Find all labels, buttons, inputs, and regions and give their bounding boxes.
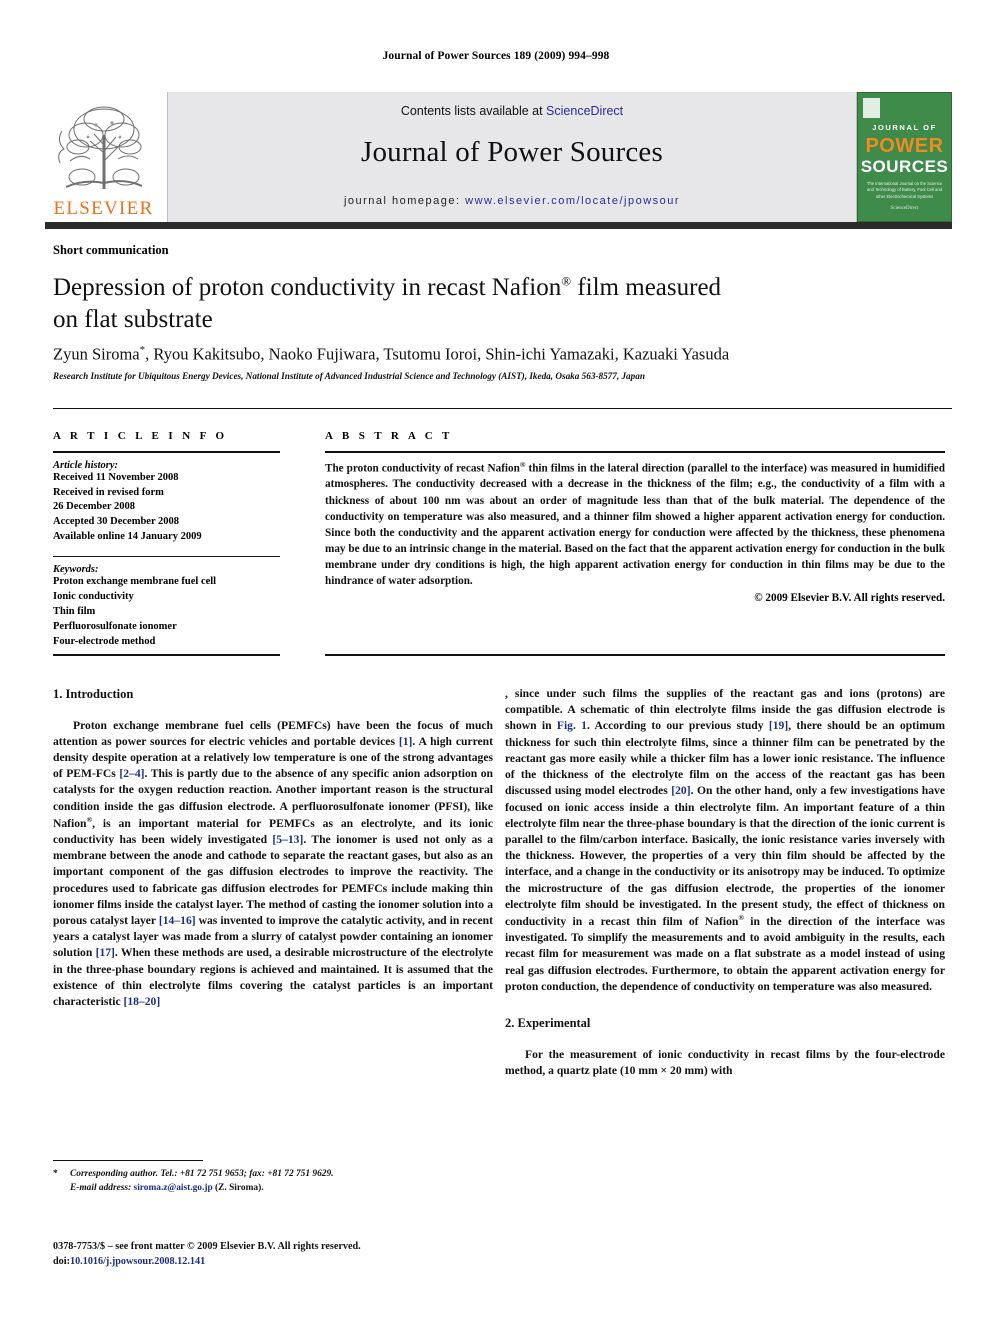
- citation-ref-5-13[interactable]: [5–13]: [272, 833, 303, 846]
- intro-text-e: . The ionomer is used not only as a memb…: [53, 832, 493, 927]
- keywords-rule: [53, 556, 280, 558]
- author-list: Zyun Siroma*, Ryou Kakitsubo, Naoko Fuji…: [53, 344, 933, 365]
- article-history-label: Article history:: [53, 459, 119, 471]
- body-column-left: 1. Introduction Proton exchange membrane…: [53, 686, 493, 1010]
- author-affiliation: Research Institute for Ubiquitous Energy…: [53, 371, 645, 381]
- intro-paragraph-right: , since under such films the supplies of…: [505, 686, 945, 995]
- citation-ref-20[interactable]: [20]: [671, 784, 690, 797]
- intro-text-i: . According to our previous study: [586, 719, 769, 733]
- citation-ref-18-20[interactable]: [18–20]: [124, 995, 161, 1008]
- paper-page: Journal of Power Sources 189 (2009) 994–…: [0, 0, 992, 1323]
- abstract-text: The proton conductivity of recast Nafion…: [325, 460, 945, 590]
- journal-homepage-line: journal homepage: www.elsevier.com/locat…: [344, 195, 680, 207]
- doi-label: doi:: [53, 1255, 70, 1267]
- elsevier-logo: ELSEVIER: [40, 92, 167, 222]
- journal-title: Journal of Power Sources: [361, 136, 663, 168]
- cover-elsevier-icon: [863, 98, 880, 118]
- sciencedirect-link[interactable]: ScienceDirect: [546, 104, 623, 118]
- author-email-link[interactable]: siroma.z@aist.go.jp: [134, 1183, 213, 1193]
- corresponding-author-footnote: * Corresponding author. Tel.: +81 72 751…: [53, 1168, 493, 1195]
- citation-ref-17[interactable]: [17]: [96, 946, 115, 959]
- contents-prefix: Contents lists available at: [400, 104, 547, 118]
- intro-text-g: . When these methods are used, a desirab…: [53, 946, 493, 1009]
- body-column-right: , since under such films the supplies of…: [505, 686, 945, 1079]
- footnote-email-label: E-mail address:: [70, 1182, 132, 1193]
- title-part-1: Depression of proton conductivity in rec…: [53, 274, 562, 301]
- intro-paragraph-left: Proton exchange membrane fuel cells (PEM…: [53, 718, 493, 1011]
- elsevier-tree-icon: [40, 99, 167, 199]
- article-info-heading: A R T I C L E I N F O: [53, 430, 228, 442]
- doi-link[interactable]: 10.1016/j.jpowsour.2008.12.141: [70, 1256, 205, 1267]
- article-info-rule: [53, 451, 280, 453]
- imprint-block: 0378-7753/$ – see front matter © 2009 El…: [53, 1240, 513, 1270]
- footnote-body: Corresponding author. Tel.: +81 72 751 9…: [53, 1168, 493, 1195]
- abstract-bottom-rule: [325, 654, 945, 656]
- author-first: Zyun Siroma: [53, 344, 140, 364]
- abstract-copyright: © 2009 Elsevier B.V. All rights reserved…: [754, 592, 945, 605]
- page-title: Depression of proton conductivity in rec…: [53, 272, 883, 335]
- cover-line-sources: SOURCES: [860, 157, 949, 176]
- cover-sciencedirect-mark: ScienceDirect: [890, 206, 919, 211]
- keyword-item: Proton exchange membrane fuel cell: [53, 576, 217, 588]
- masthead-center: Contents lists available at ScienceDirec…: [167, 92, 857, 222]
- history-received: Received 11 November 2008: [53, 471, 179, 483]
- article-type-label: Short communication: [53, 243, 169, 257]
- info-bottom-rule: [53, 654, 280, 656]
- issn-line: 0378-7753/$ – see front matter © 2009 El…: [53, 1241, 361, 1252]
- contents-available-line: Contents lists available at ScienceDirec…: [401, 104, 623, 118]
- title-part-3: on flat substrate: [53, 305, 213, 333]
- author-rest: , Ryou Kakitsubo, Naoko Fujiwara, Tsutom…: [145, 344, 730, 364]
- homepage-url-link[interactable]: www.elsevier.com/locate/jpowsour: [465, 195, 680, 207]
- doi-line: doi:10.1016/j.jpowsour.2008.12.141: [53, 1255, 513, 1270]
- citation-ref-19[interactable]: [19]: [769, 719, 788, 732]
- citation-ref-14-16[interactable]: [14–16]: [159, 914, 196, 927]
- masthead-bottom-rule: [45, 222, 952, 229]
- section-heading-experimental: 2. Experimental: [505, 1016, 591, 1031]
- figure-ref-1[interactable]: Fig. 1: [557, 719, 587, 732]
- footnote-star-marker: *: [53, 1169, 58, 1179]
- history-accepted: Accepted 30 December 2008: [53, 516, 180, 528]
- intro-text-k: . On the other hand, only a few investig…: [505, 784, 945, 928]
- citation-ref-2-4[interactable]: [2–4]: [119, 767, 144, 780]
- history-revised-date: 26 December 2008: [53, 501, 136, 513]
- abstract-part-1: The proton conductivity of recast Nafion: [325, 462, 520, 475]
- keyword-item: Thin film: [53, 605, 96, 617]
- elsevier-wordmark: ELSEVIER: [53, 198, 154, 219]
- abstract-part-2: thin films in the lateral direction (par…: [325, 462, 945, 588]
- journal-cover-thumbnail[interactable]: JOURNAL OF POWER SOURCES The Internation…: [857, 92, 952, 222]
- history-available-online: Available online 14 January 2009: [53, 531, 202, 543]
- homepage-prefix: journal homepage:: [343, 195, 466, 207]
- history-revised: Received in revised form: [53, 486, 164, 498]
- cover-line-power: POWER: [865, 135, 944, 157]
- cover-line-journal-of: JOURNAL OF: [872, 123, 937, 132]
- footnote-email-suffix: (Z. Siroma).: [212, 1182, 264, 1193]
- footnote-corresponding-text: Corresponding author. Tel.: +81 72 751 9…: [70, 1169, 334, 1179]
- abstract-rule: [325, 451, 945, 453]
- running-head: Journal of Power Sources 189 (2009) 994–…: [382, 50, 610, 62]
- title-part-2: film measured: [571, 274, 722, 301]
- title-registered-mark: ®: [561, 273, 572, 289]
- keyword-item: Ionic conductivity: [53, 591, 134, 603]
- keyword-item: Four-electrode method: [53, 635, 156, 647]
- title-bottom-rule: [53, 408, 952, 409]
- keyword-item: Perfluorosulfonate ionomer: [53, 620, 177, 632]
- footnote-separator-rule: [53, 1160, 203, 1161]
- cover-subtitle: The International Journal on the Science…: [866, 181, 943, 199]
- journal-masthead: ELSEVIER Contents lists available at Sci…: [40, 92, 952, 222]
- section-heading-introduction: 1. Introduction: [53, 687, 134, 701]
- article-info-block: A R T I C L E I N F O Article history: R…: [53, 430, 280, 650]
- citation-ref-1[interactable]: [1]: [399, 735, 413, 748]
- abstract-block: A B S T R A C T The proton conductivity …: [325, 430, 945, 604]
- experimental-paragraph: For the measurement of ionic conductivit…: [505, 1047, 945, 1077]
- keywords-label: Keywords:: [53, 564, 99, 576]
- abstract-heading: A B S T R A C T: [325, 430, 453, 442]
